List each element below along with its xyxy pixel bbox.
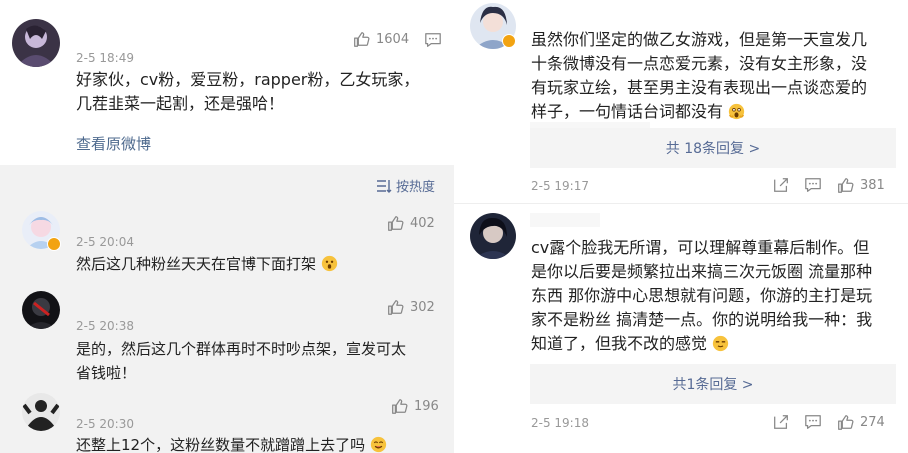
comment-text: 虽然你们坚定的做乙女游戏，但是第一天宣发几 十条微博没有一点恋爱元素，没有女主形… [531,30,868,121]
comment-text: cv露个脸我无所谓，可以理解尊重幕后制作。但 是你以后要是频繁拉出来搞三次元饭圈… [531,238,873,353]
thumbs-up-icon [388,300,404,315]
divider [530,213,600,227]
avatar[interactable] [12,19,60,67]
scared-face-icon [728,103,745,120]
comment-icon[interactable] [804,413,822,431]
view-original-link[interactable]: 查看原微博 [76,133,151,154]
like-count: 196 [414,398,439,414]
cheeky-face-icon [370,436,387,453]
like-button[interactable]: 274 [836,413,885,431]
reply-count-label: 共1条回复 > [672,377,754,393]
view-replies-button[interactable]: 共 18条回复 > [530,128,896,168]
comment-time: 2-5 18:49 [76,51,134,65]
thumbs-up-icon [354,32,370,47]
list-item: 2-5 20:04 402 然后这几种粉丝天天在官博下面打架 [0,205,454,285]
reply-count-label: 共 18条回复 > [665,141,761,157]
comment-text: 好家伙，cv粉，爱豆粉，rapper粉，乙女玩家， 几茬韭菜一起割，还是强哈！ [76,70,420,113]
reply-time: 2-5 20:04 [76,235,134,249]
thumbs-up-icon [838,178,854,193]
comment-time: 2-5 19:17 [531,179,589,193]
like-button[interactable]: 1604 [352,30,409,48]
view-replies-button[interactable]: 共1条回复 > [530,364,896,404]
divider [454,203,908,204]
avatar[interactable] [22,393,60,431]
like-button[interactable]: 196 [390,397,439,415]
thumbs-up-icon [392,399,408,414]
reply-text: 是的，然后这几个群体再时不时吵点架，宣发可太 省钱啦！ [76,340,407,382]
like-button[interactable]: 381 [836,176,885,194]
sub-comments: 按热度 2-5 20:04 402 然后这几种粉丝天天在官博下面打架 2-5 2… [0,165,454,453]
reply-time: 2-5 20:30 [76,417,134,431]
shock-face-icon [321,255,337,272]
share-icon[interactable] [772,176,790,194]
avatar[interactable] [22,291,60,329]
like-count: 1604 [376,31,410,47]
reply-time: 2-5 20:38 [76,319,134,333]
action-row: 381 [772,176,885,194]
avatar[interactable] [470,213,516,259]
main-comment: 2-5 18:49 1604 好家伙，cv粉，爱豆粉，rapper粉，乙女玩家，… [0,0,454,165]
share-icon[interactable] [772,413,790,431]
sort-label: 按热度 [396,180,436,195]
left-panel: 2-5 18:49 1604 好家伙，cv粉，爱豆粉，rapper粉，乙女玩家，… [0,0,454,453]
like-button[interactable]: 302 [386,298,435,316]
reply-text: 然后这几种粉丝天天在官博下面打架 [76,252,446,276]
list-item: 2-5 20:38 302 是的，然后这几个群体再时不时吵点架，宣发可太 省钱啦… [0,285,454,389]
verified-badge [47,237,61,251]
like-count: 381 [860,177,885,193]
action-row: 274 [772,413,885,431]
smug-face-icon [712,335,729,352]
like-count: 274 [860,414,885,430]
verified-badge [502,34,516,48]
sort-icon [377,179,392,193]
sort-by-hot-button[interactable]: 按热度 [376,176,435,195]
like-count: 302 [410,299,435,315]
like-button[interactable]: 402 [386,214,435,232]
thumbs-up-icon [838,415,854,430]
right-panel: 虽然你们坚定的做乙女游戏，但是第一天宣发几 十条微博没有一点恋爱元素，没有女主形… [454,0,908,453]
list-item: 2-5 20:30 196 还整上12个，这粉丝数量不就蹭蹭上去了吗 [0,389,454,453]
comment-time: 2-5 19:18 [531,416,589,430]
thumbs-up-icon [388,216,404,231]
like-count: 402 [410,215,435,231]
comment-icon[interactable] [424,31,442,53]
comment-icon[interactable] [804,176,822,194]
reply-text: 还整上12个，这粉丝数量不就蹭蹭上去了吗 [76,433,446,453]
